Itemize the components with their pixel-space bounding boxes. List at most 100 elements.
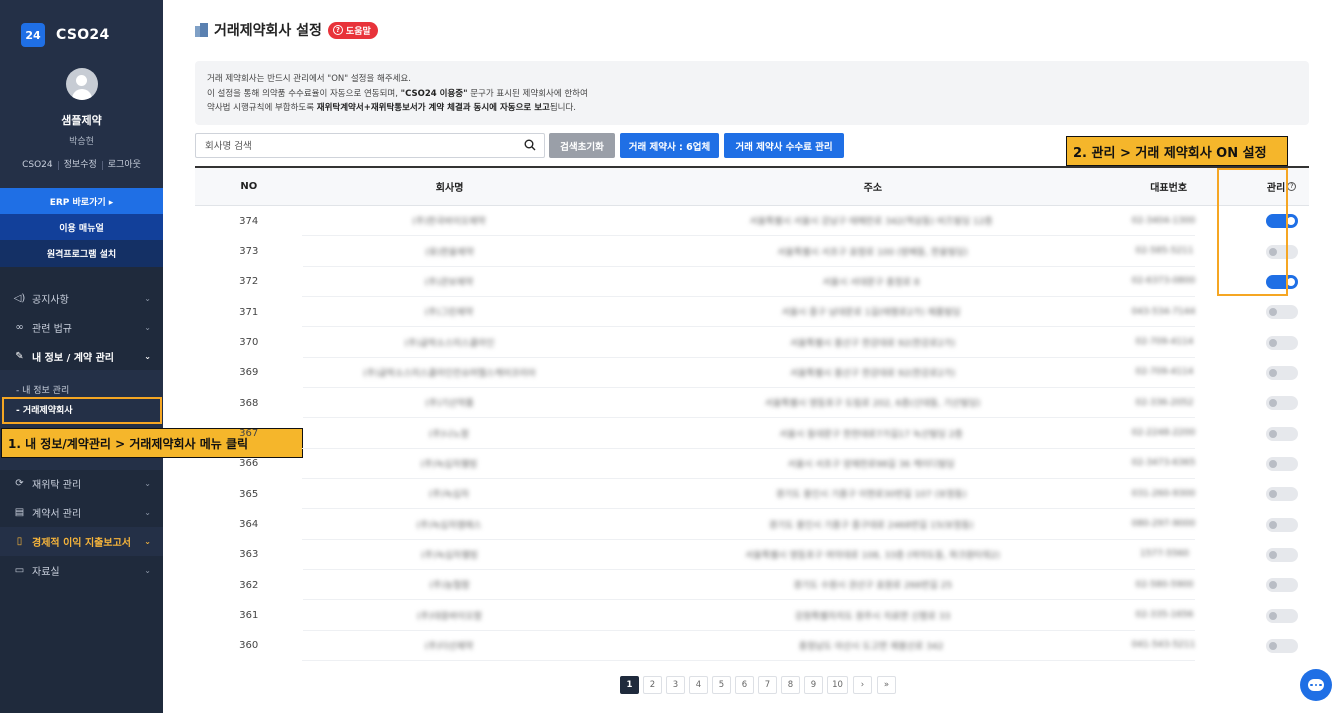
cell-phone-text: 02-335-1656 — [1135, 610, 1194, 621]
chevron-down-icon: ⌄ — [144, 566, 151, 575]
page-button[interactable]: 2 — [643, 676, 662, 694]
search-reset-button[interactable]: 검색초기화 — [549, 133, 615, 158]
next-page-button[interactable]: › — [853, 676, 872, 694]
manage-toggle[interactable] — [1265, 517, 1298, 532]
manage-toggle[interactable] — [1265, 638, 1298, 653]
cell-address: 경기도 수원시 권선구 효원로 266번길 25 — [596, 570, 1149, 601]
manage-toggle[interactable] — [1265, 335, 1298, 350]
page-button[interactable]: 6 — [735, 676, 754, 694]
manage-toggle[interactable] — [1265, 456, 1298, 471]
cell-address: 경기도 용인시 기흥구 이현로30번길 107 (보정동) — [595, 479, 1147, 510]
chat-button[interactable] — [1300, 669, 1332, 701]
manage-toggle[interactable] — [1265, 365, 1298, 380]
cell-address-text: 서울시 동대문구 한천대로7가길17 녹산빌딩 2층 — [779, 429, 963, 440]
page-button[interactable]: 3 — [666, 676, 685, 694]
table-row[interactable]: 373 (유)한울제약 서울특별시 서초구 효령로 100 (방배동, 한울빌딩) 0… — [195, 236, 1309, 267]
cell-company: (유)한울제약 — [302, 236, 597, 267]
notice-text: 이 설정을 통해 의약품 수수료율이 자동으로 연동되며, — [207, 88, 401, 99]
manage-toggle[interactable] — [1265, 426, 1298, 441]
user-manual-button[interactable]: 이용 매뉴얼 — [0, 214, 163, 240]
page-button[interactable]: 8 — [781, 676, 800, 694]
notice-text: 약사법 시행규칙에 부합하도록 — [207, 103, 317, 113]
table-row[interactable]: 370 (주)글락소스미스클라인 서울특별시 용산구 한강대로 92(한강로2가) 0… — [195, 327, 1309, 358]
nav-contract[interactable]: ▤ 계약서 관리 ⌄ — [0, 498, 163, 527]
table-row[interactable]: 369 (주)글락소스미스클라인컨슈머헬스케어코리아 서울특별시 용산구 한강대로 … — [195, 358, 1309, 389]
cell-phone-text: 031-260-9300 — [1131, 488, 1196, 499]
app-logo[interactable]: 24 CSO24 — [0, 0, 163, 54]
manage-toggle[interactable] — [1265, 487, 1298, 502]
notice-line-1: 거래 제약회사는 반드시 관리에서 "ON" 설정을 해주세요. — [207, 74, 412, 84]
nav-myinfo[interactable]: ✎ 내 정보 / 계약 관리 ⌄ — [0, 342, 163, 371]
notice-text: 문구가 표시된 제약회사에 한하여 — [467, 88, 588, 99]
partner-fee-button[interactable]: 거래 제약사 수수료 관리 — [724, 133, 844, 158]
notice-box: 거래 제약회사는 반드시 관리에서 "ON" 설정을 해주세요. 이 설정을 통… — [195, 61, 1309, 125]
table-row[interactable]: 372 (주)관보제약 서울시 서대문구 충정로 8 02-6373-0800 — [195, 267, 1309, 298]
cell-address-text: 서울특별시 영등포구 여의대로 108, 33층 (여의도동, 파크원타워2) — [745, 550, 1000, 561]
notice-emphasis: 재위탁계약서+재위탁통보서가 계약 체결과 동시에 자동으로 보고 — [316, 103, 550, 113]
page-button[interactable]: 9 — [804, 676, 823, 694]
table-row[interactable]: 362 (주)농협팜 경기도 수원시 권선구 효원로 266번길 25 02-580-… — [195, 570, 1309, 601]
table-row[interactable]: 364 (주)녹십자엠에스 경기도 용인시 기흥구 중구대로 2468번길 15(보… — [195, 509, 1309, 540]
cell-address-text: 서울특별시 서울시 강남구 테헤란로 342(역삼동) 비즈빌딩 12층 — [749, 217, 993, 228]
table-row[interactable]: 368 (주)기산약품 서울특별시 영등포구 도림로 202, 6층(신대동, 기산… — [195, 388, 1309, 419]
company-search-input[interactable] — [196, 135, 506, 158]
manage-toggle[interactable] — [1265, 396, 1298, 411]
col-no: NO — [240, 181, 258, 192]
link-logout[interactable]: 로그아웃 — [101, 161, 146, 170]
table-row[interactable]: 371 (주)그린제약 서울시 중구 남대문로 1길(태평로2가) 제품빌딩 043-… — [195, 297, 1309, 328]
search-icon[interactable] — [524, 139, 536, 151]
cell-manage — [1254, 638, 1309, 653]
cell-phone: 02-6373-0800 — [1131, 267, 1196, 298]
table-row[interactable]: 366 (주)녹십자웰빙 서울시 서초구 양재천로98길 36 케이디빌딩 02-34… — [195, 449, 1309, 480]
help-button[interactable]: ? 도움말 — [327, 21, 378, 39]
cell-address-text: 서울특별시 서초구 효령로 100 (방배동, 한울빌딩) — [777, 247, 968, 258]
cell-no: 362 — [239, 579, 259, 591]
page-button[interactable]: 7 — [758, 676, 777, 694]
nav-archive[interactable]: ▭ 자료실 ⌄ — [0, 556, 163, 585]
nav-law[interactable]: ∞ 관련 법규 ⌄ — [0, 313, 163, 342]
chevron-down-icon: ⌄ — [144, 294, 151, 303]
page-button[interactable]: 5 — [712, 676, 731, 694]
manage-toggle[interactable] — [1265, 608, 1298, 623]
cell-company: (주)기산약품 — [302, 388, 597, 419]
nav-label: 계약서 관리 — [32, 509, 82, 520]
cell-phone: 1577-5560 — [1133, 540, 1196, 571]
cell-phone: 02-3473-6365 — [1131, 449, 1196, 480]
highlight-manage-toggles — [1217, 168, 1288, 296]
document-icon: ▤ — [14, 507, 25, 518]
submenu-item-myinfo[interactable]: - 내 정보 관리 — [16, 383, 69, 396]
cell-address-text: 충청남도 아산시 도고면 제봉산로 342 — [798, 641, 944, 652]
nav-econ-report[interactable]: ▯ 경제적 이익 지출보고서 ⌄ — [0, 527, 163, 556]
chevron-down-icon: ⌄ — [144, 479, 151, 488]
table-row[interactable]: 363 (주)녹십자웰빙 서울특별시 영등포구 여의대로 108, 33층 (여의도… — [195, 540, 1309, 571]
manage-toggle[interactable] — [1265, 547, 1298, 562]
cell-no: 373 — [239, 246, 259, 258]
link-cso24[interactable]: CSO24 — [17, 161, 58, 170]
nav-label: 관련 법규 — [32, 324, 72, 335]
last-page-button[interactable]: » — [877, 676, 896, 694]
callout-step2: 2. 관리 > 거래 제약회사 ON 설정 — [1066, 136, 1288, 166]
table-row[interactable]: 360 (주)더선제약 충청남도 아산시 도고면 제봉산로 342 041-543-5… — [195, 631, 1309, 662]
table-row[interactable]: 367 (주)나노팜 서울시 동대문구 한천대로7가길17 녹산빌딩 2층 02-22… — [195, 418, 1309, 449]
manage-toggle[interactable] — [1265, 578, 1298, 593]
link-edit-info[interactable]: 정보수정 — [57, 161, 102, 170]
cell-no: 365 — [239, 488, 259, 500]
page-button[interactable]: 1 — [620, 676, 639, 694]
remote-program-button[interactable]: 원격프로그램 설치 — [0, 240, 163, 267]
page-button[interactable]: 10 — [827, 676, 848, 694]
manage-toggle[interactable] — [1265, 305, 1298, 320]
nav-consign[interactable]: ⟳ 재위탁 관리 ⌄ — [0, 469, 163, 498]
table-row[interactable]: 361 (주)대웅바이오팜 강원특별자치도 원주시 치료면 신평로 33 02-335… — [195, 600, 1309, 631]
page-button[interactable]: 4 — [689, 676, 708, 694]
erp-shortcut-button[interactable]: ERP 바로가기 ▸ — [0, 188, 163, 214]
question-icon: ? — [332, 25, 343, 35]
partner-count-button[interactable]: 거래 제약사 : 6업체 — [620, 133, 719, 158]
cell-company: (주)농협팜 — [302, 570, 597, 601]
table-row[interactable]: 374 (주)한국바이오제약 서울특별시 서울시 강남구 테헤란로 342(역삼동)… — [195, 206, 1309, 237]
cell-phone-text: 02-6373-0800 — [1131, 276, 1196, 287]
cell-manage — [1254, 608, 1309, 623]
table-row[interactable]: 365 (주)녹십자 경기도 용인시 기흥구 이현로30번길 107 (보정동) 03… — [195, 479, 1309, 510]
cell-phone-text: 02-585-5211 — [1135, 246, 1194, 257]
question-icon[interactable]: ? — [1287, 182, 1297, 191]
nav-notice[interactable]: ◁) 공지사항 ⌄ — [0, 284, 163, 313]
